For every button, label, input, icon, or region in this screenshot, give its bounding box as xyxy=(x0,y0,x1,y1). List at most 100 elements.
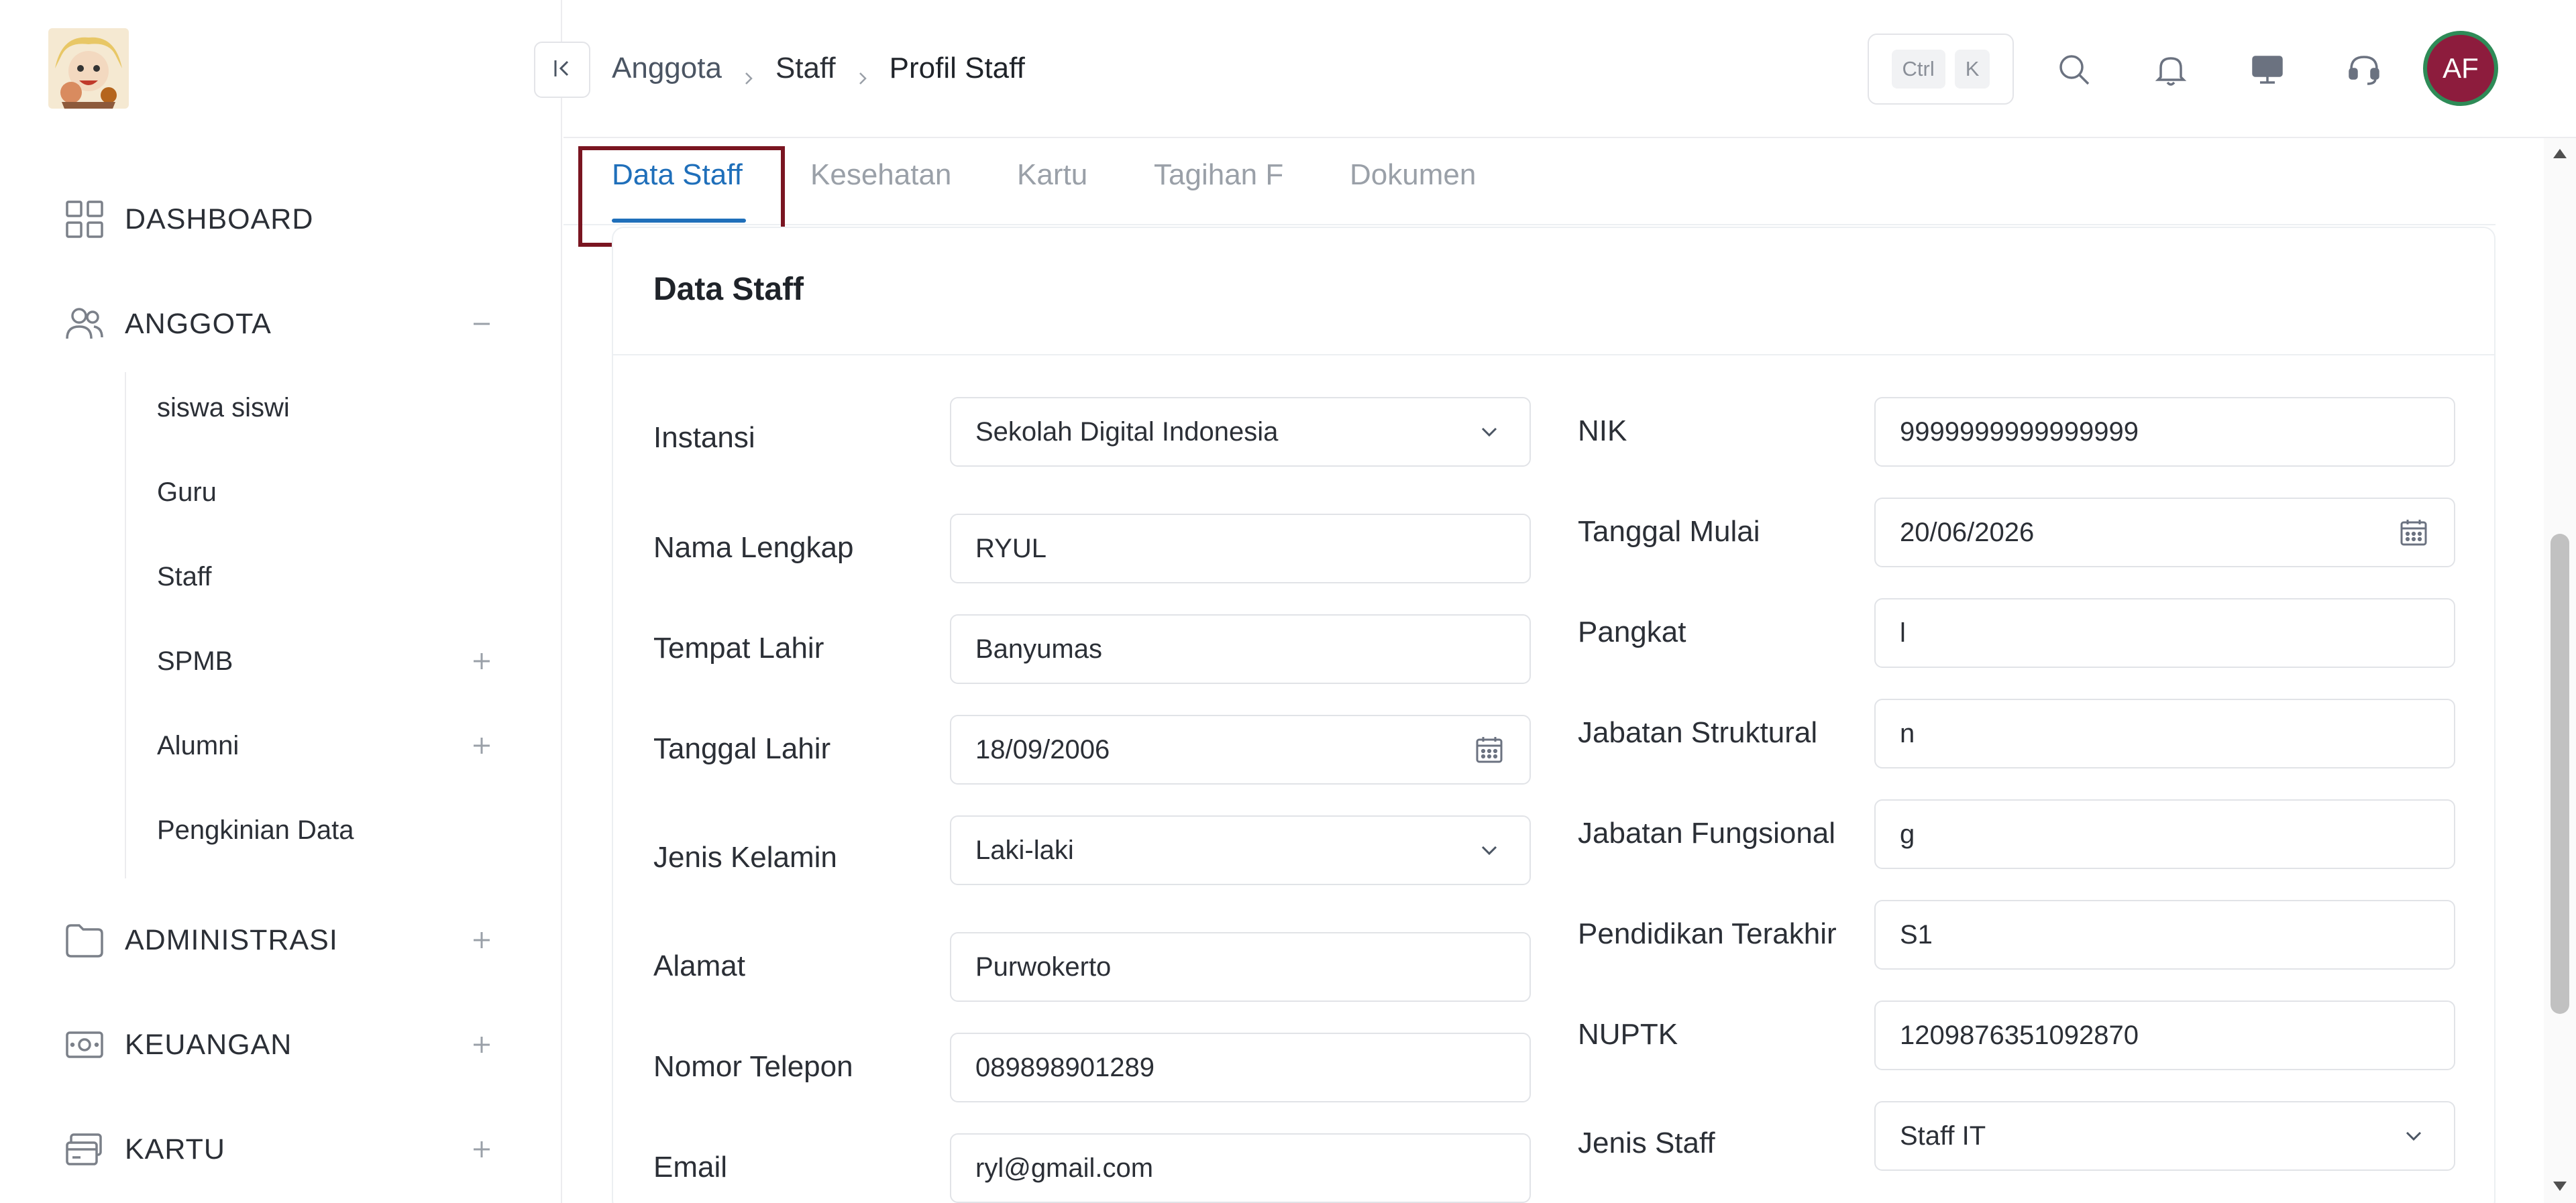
sidebar-item-label: ANGGOTA xyxy=(125,307,272,340)
grid-icon xyxy=(64,199,105,239)
chevron-down-icon xyxy=(1473,834,1505,866)
jenis-staff-select[interactable]: Staff IT xyxy=(1874,1101,2455,1171)
jenis-staff-value: Staff IT xyxy=(1900,1121,1986,1151)
sidebar-subitem-siswa-siswi[interactable]: siswa siswi xyxy=(157,381,494,435)
label-nama-lengkap: Nama Lengkap xyxy=(653,531,854,564)
tab-kesehatan[interactable]: Kesehatan xyxy=(810,158,951,224)
nomor-telepon-input[interactable]: 089898901289 xyxy=(950,1033,1531,1102)
card-icon xyxy=(64,1129,105,1169)
card-title: Data Staff xyxy=(653,272,804,307)
folder-icon xyxy=(64,920,105,960)
headset-icon[interactable] xyxy=(2336,42,2392,98)
app-logo[interactable] xyxy=(48,28,129,109)
sidebar-item-kartu[interactable]: KARTU xyxy=(64,1123,494,1176)
plus-icon[interactable] xyxy=(470,1137,494,1161)
command-palette-shortcut[interactable]: Ctrl K xyxy=(1868,34,2014,105)
breadcrumb-anggota[interactable]: Anggota xyxy=(612,52,722,85)
instansi-select[interactable]: Sekolah Digital Indonesia xyxy=(950,397,1531,467)
nama-lengkap-value: RYUL xyxy=(975,533,1046,563)
nik-input[interactable]: 9999999999999999 xyxy=(1874,397,2455,467)
instansi-value: Sekolah Digital Indonesia xyxy=(975,416,1279,447)
jabatan-struktural-input[interactable]: n xyxy=(1874,699,2455,768)
label-tanggal-mulai: Tanggal Mulai xyxy=(1578,515,1760,548)
app-root: DASHBOARD ANGGOTA siswa siswi Guru Staff… xyxy=(0,0,2576,1203)
nik-value: 9999999999999999 xyxy=(1900,416,2139,447)
jenis-kelamin-select[interactable]: Laki-laki xyxy=(950,815,1531,885)
tab-dokumen[interactable]: Dokumen xyxy=(1350,158,1476,224)
jenis-kelamin-value: Laki-laki xyxy=(975,835,1074,865)
label-jabatan-struktural: Jabatan Struktural xyxy=(1578,716,1818,749)
sidebar-subitem-guru[interactable]: Guru xyxy=(157,465,494,519)
user-avatar[interactable]: AF xyxy=(2423,31,2498,106)
bell-icon[interactable] xyxy=(2143,42,2199,98)
collapse-left-icon xyxy=(550,56,574,84)
sidebar-item-label: KEUANGAN xyxy=(125,1028,292,1061)
calendar-icon[interactable] xyxy=(1473,734,1505,766)
tab-data-staff[interactable]: Data Staff xyxy=(612,158,743,224)
email-value: ryl@gmail.com xyxy=(975,1153,1154,1183)
plus-icon[interactable] xyxy=(470,1033,494,1057)
monitor-icon[interactable] xyxy=(2239,42,2296,98)
search-icon[interactable] xyxy=(2046,42,2102,98)
tempat-lahir-value: Banyumas xyxy=(975,634,1102,664)
label-nomor-telepon: Nomor Telepon xyxy=(653,1050,853,1083)
alamat-input[interactable]: Purwokerto xyxy=(950,932,1531,1002)
card-divider xyxy=(613,354,2494,355)
chevron-down-icon xyxy=(2398,1120,2430,1152)
users-icon xyxy=(64,304,105,344)
sidebar-subitem-staff[interactable]: Staff xyxy=(157,550,494,604)
label-jabatan-fungsional: Jabatan Fungsional xyxy=(1578,817,1836,850)
active-tab-indicator xyxy=(612,219,746,223)
breadcrumb: Anggota Staff Profil Staff xyxy=(612,47,1025,90)
nuptk-input[interactable]: 1209876351092870 xyxy=(1874,1000,2455,1070)
breadcrumb-staff[interactable]: Staff xyxy=(775,52,836,85)
pendidikan-terakhir-input[interactable]: S1 xyxy=(1874,900,2455,970)
avatar-initials: AF xyxy=(2443,52,2479,84)
sidebar-subitem-label: Alumni xyxy=(157,730,239,760)
chevron-down-icon xyxy=(1473,416,1505,448)
sidebar-item-keuangan[interactable]: KEUANGAN xyxy=(64,1018,494,1072)
minus-icon[interactable] xyxy=(470,312,494,336)
tempat-lahir-input[interactable]: Banyumas xyxy=(950,614,1531,684)
tanggal-lahir-value: 18/09/2006 xyxy=(975,734,1110,764)
tanggal-mulai-value: 20/06/2026 xyxy=(1900,517,2035,547)
sidebar-item-anggota[interactable]: ANGGOTA xyxy=(64,297,494,351)
tab-tagihan[interactable]: Tagihan F xyxy=(1154,158,1283,224)
plus-icon[interactable] xyxy=(470,928,494,952)
sidebar-item-administrasi[interactable]: ADMINISTRASI xyxy=(64,913,494,967)
scroll-up-arrow-icon[interactable] xyxy=(2549,144,2571,165)
label-nuptk: NUPTK xyxy=(1578,1018,1678,1051)
tanggal-mulai-date[interactable]: 20/06/2026 xyxy=(1874,498,2455,567)
sidebar-subitem-spmb[interactable]: SPMB xyxy=(157,634,494,688)
tab-kartu[interactable]: Kartu xyxy=(1017,158,1087,224)
pangkat-input[interactable]: l xyxy=(1874,598,2455,668)
sidebar-item-label: KARTU xyxy=(125,1133,225,1165)
calendar-icon[interactable] xyxy=(2398,516,2430,549)
jabatan-fungsional-input[interactable]: g xyxy=(1874,799,2455,869)
sidebar-subitem-pengkinian-data[interactable]: Pengkinian Data xyxy=(157,803,494,857)
sidebar-subitem-alumni[interactable]: Alumni xyxy=(157,719,494,772)
collapse-sidebar-button[interactable] xyxy=(534,42,590,98)
kbd-k: K xyxy=(1954,50,1990,89)
email-input[interactable]: ryl@gmail.com xyxy=(950,1133,1531,1203)
plus-icon[interactable] xyxy=(470,649,494,673)
nama-lengkap-input[interactable]: RYUL xyxy=(950,514,1531,583)
scrollbar-thumb[interactable] xyxy=(2551,534,2569,1014)
pangkat-value: l xyxy=(1900,618,1906,648)
wallet-icon xyxy=(64,1025,105,1065)
pendidikan-terakhir-value: S1 xyxy=(1900,919,1933,950)
label-pendidikan-terakhir: Pendidikan Terakhir xyxy=(1578,917,1837,950)
label-pangkat: Pangkat xyxy=(1578,616,1686,648)
sidebar-item-dashboard[interactable]: DASHBOARD xyxy=(64,192,494,246)
nomor-telepon-value: 089898901289 xyxy=(975,1052,1155,1082)
chevron-right-icon xyxy=(741,60,757,84)
label-email: Email xyxy=(653,1151,728,1184)
sidebar-subitem-label: Staff xyxy=(157,561,212,591)
scroll-down-arrow-icon[interactable] xyxy=(2549,1175,2571,1196)
plus-icon[interactable] xyxy=(470,734,494,758)
label-tempat-lahir: Tempat Lahir xyxy=(653,632,824,665)
sidebar: DASHBOARD ANGGOTA siswa siswi Guru Staff… xyxy=(0,0,562,1203)
tanggal-lahir-date[interactable]: 18/09/2006 xyxy=(950,715,1531,785)
label-tanggal-lahir: Tanggal Lahir xyxy=(653,732,831,765)
chevron-right-icon xyxy=(855,60,871,84)
